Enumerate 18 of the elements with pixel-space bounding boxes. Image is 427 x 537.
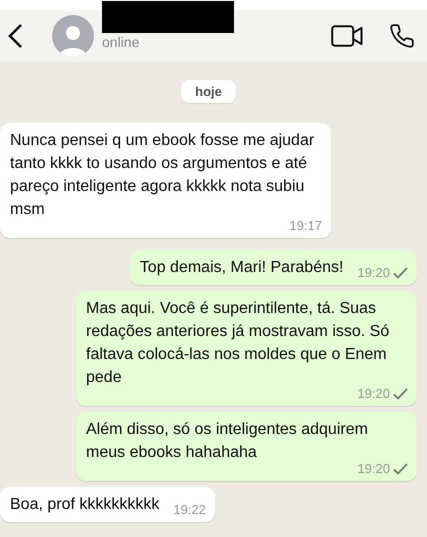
person-icon	[58, 23, 88, 57]
message-text: Nunca pensei q um ebook fosse me ajudar tanto kkkk to usando os argumentos e até pareço inteligente agora kkkkk nota subiu msm	[10, 131, 316, 220]
phone-icon	[389, 23, 415, 49]
message-time: 19:20	[357, 386, 390, 402]
message-text: Mas aqui. Você é superintilente, tá. Suas redações anteriores já mostravam isso. Só faltava colocá-las nos moldes que o Enem pede	[86, 299, 390, 388]
message-time: 19:22	[173, 502, 206, 518]
message-time: 19:17	[289, 218, 322, 234]
back-icon	[7, 23, 23, 49]
message-time: 19:20	[357, 265, 390, 281]
message-time: 19:20	[357, 461, 390, 477]
date-chip: hoje	[181, 80, 236, 103]
video-call-button[interactable]	[331, 25, 363, 47]
contact-status: online	[102, 34, 140, 50]
call-button[interactable]	[389, 23, 415, 49]
video-camera-icon	[331, 25, 363, 47]
message-text: Top demais, Mari! Parabéns!	[140, 258, 344, 278]
message-text: Boa, prof kkkkkkkkkk	[10, 495, 160, 515]
message-text: Além disso, só os inteligentes adquirem meus ebooks hahahaha	[86, 420, 369, 463]
